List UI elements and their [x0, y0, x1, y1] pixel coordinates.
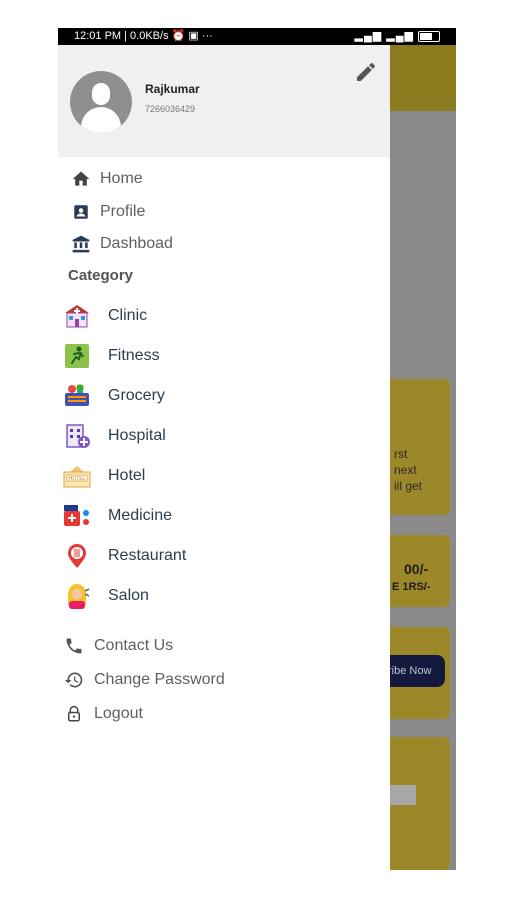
category-medicine[interactable]: Medicine	[62, 501, 172, 531]
home-icon	[68, 166, 94, 192]
svg-text:HOTEL: HOTEL	[69, 476, 86, 482]
battery-icon	[418, 30, 440, 42]
avatar[interactable]	[70, 71, 132, 133]
avatar-body	[81, 107, 121, 133]
history-icon	[62, 668, 86, 692]
category-restaurant-label: Restaurant	[108, 547, 187, 564]
status-bar: 12:01 PM | 0.0KB/s ⏰ ▣ ··· ▂▄▆ ▂▄▆	[58, 28, 456, 45]
category-salon-label: Salon	[108, 587, 149, 604]
user-phone: 7266036429	[145, 104, 196, 114]
category-hospital-label: Hospital	[108, 427, 166, 444]
nav-change-password[interactable]: Change Password	[62, 667, 225, 693]
nav-dashboard-label: Dashboad	[100, 235, 173, 252]
phone-icon	[62, 634, 86, 658]
background-price-note: E 1RS/-	[392, 581, 431, 593]
nav-home[interactable]: Home	[68, 166, 143, 192]
profile-card-icon	[68, 199, 94, 225]
category-hotel[interactable]: HOTEL Hotel	[62, 461, 145, 491]
nav-contact-us[interactable]: Contact Us	[62, 633, 173, 659]
contact-us-label: Contact Us	[94, 637, 174, 654]
navigation-drawer: Rajkumar 7266036429 Home Profile Dashboa…	[58, 45, 390, 870]
signal-icon: ▂▄▆ ▂▄▆	[354, 30, 414, 42]
category-grocery[interactable]: Grocery	[62, 381, 165, 411]
hotel-icon: HOTEL	[62, 461, 92, 491]
category-restaurant[interactable]: Restaurant	[62, 541, 186, 571]
background-card-line-3: ill get	[394, 479, 423, 493]
nav-profile[interactable]: Profile	[68, 199, 145, 225]
background-card-line-1: rst	[394, 447, 408, 461]
nav-profile-label: Profile	[100, 203, 146, 220]
category-clinic[interactable]: Clinic	[62, 301, 147, 331]
hospital-icon	[62, 421, 92, 451]
logout-label: Logout	[94, 705, 143, 722]
lock-icon	[62, 702, 86, 726]
edit-icon[interactable]	[354, 60, 378, 84]
category-fitness[interactable]: Fitness	[62, 341, 160, 371]
nav-dashboard[interactable]: Dashboad	[68, 231, 173, 257]
bank-icon	[68, 231, 94, 257]
avatar-head	[92, 83, 110, 105]
category-clinic-label: Clinic	[108, 307, 148, 324]
grocery-icon	[62, 381, 92, 411]
category-salon[interactable]: Salon	[62, 581, 149, 611]
phone-screen: 12:01 PM | 0.0KB/s ⏰ ▣ ··· ▂▄▆ ▂▄▆ rst n…	[58, 28, 456, 870]
background-card-line-2: next	[394, 463, 417, 477]
nav-logout[interactable]: Logout	[62, 701, 143, 727]
restaurant-icon	[62, 541, 92, 571]
category-fitness-label: Fitness	[108, 347, 160, 364]
background-price: 00/-	[404, 561, 429, 577]
category-grocery-label: Grocery	[108, 387, 165, 404]
category-heading: Category	[68, 267, 134, 284]
category-hotel-label: Hotel	[108, 467, 146, 484]
status-left: 12:01 PM | 0.0KB/s ⏰ ▣ ···	[74, 30, 213, 42]
category-medicine-label: Medicine	[108, 507, 173, 524]
salon-icon	[62, 581, 92, 611]
status-right: ▂▄▆ ▂▄▆	[355, 28, 440, 45]
change-password-label: Change Password	[94, 671, 225, 688]
profile-header: Rajkumar 7266036429	[58, 45, 390, 157]
user-name: Rajkumar	[145, 82, 200, 96]
medicine-icon	[62, 501, 92, 531]
category-hospital[interactable]: Hospital	[62, 421, 166, 451]
clinic-icon	[62, 301, 92, 331]
nav-home-label: Home	[100, 170, 143, 187]
fitness-icon	[62, 341, 92, 371]
